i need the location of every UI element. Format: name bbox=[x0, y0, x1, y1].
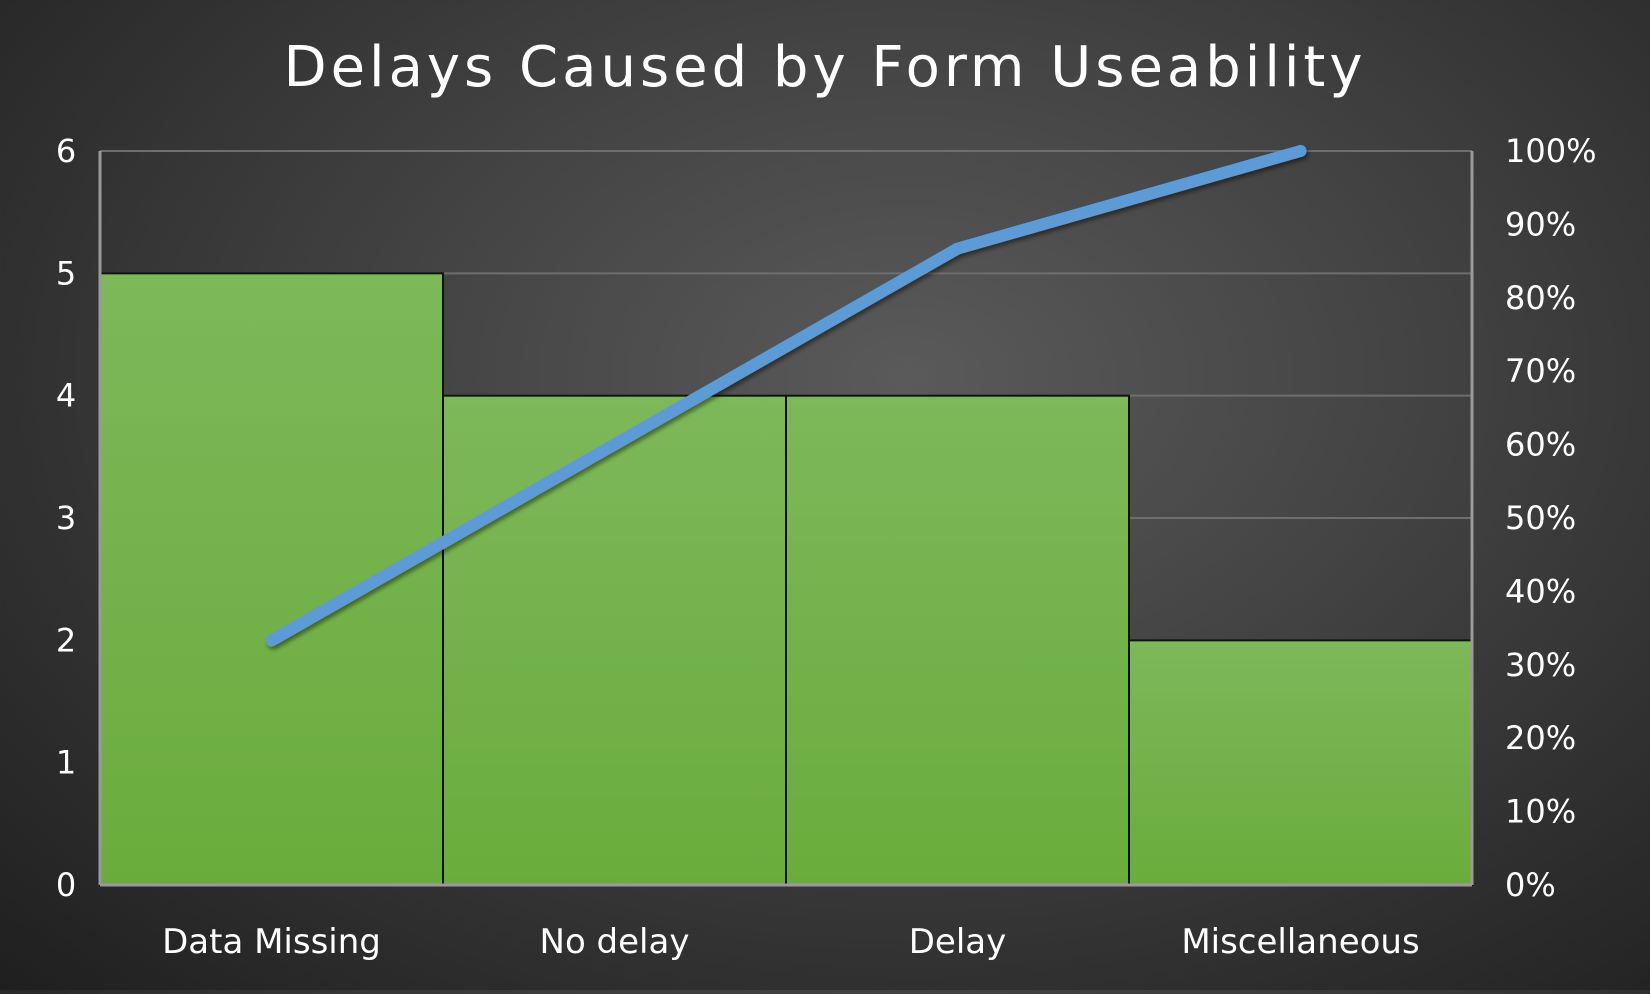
secondary-y-tick-label: 60% bbox=[1505, 426, 1576, 464]
chart-title: Delays Caused by Form Useability bbox=[283, 35, 1366, 100]
y-tick-label: 3 bbox=[56, 499, 76, 537]
secondary-y-tick-label: 40% bbox=[1505, 572, 1576, 610]
line-point bbox=[951, 242, 964, 255]
bar bbox=[1128, 639, 1473, 886]
secondary-y-tick-label: 80% bbox=[1505, 279, 1576, 317]
pareto-chart: Delays Caused by Form Useability 0 1 2 3 4 5 6… bbox=[0, 0, 1650, 990]
bar bbox=[785, 394, 1130, 886]
secondary-y-tick-label: 20% bbox=[1505, 719, 1576, 757]
y-tick-label: 0 bbox=[56, 866, 76, 904]
y-tick-label: 5 bbox=[56, 254, 76, 292]
secondary-y-tick-label: 70% bbox=[1505, 352, 1576, 390]
line-point bbox=[265, 634, 278, 647]
x-axis-category-labels: Data Missing No delay Delay Miscellaneous bbox=[162, 922, 1420, 962]
secondary-y-tick-label: 50% bbox=[1505, 499, 1576, 537]
line-point bbox=[608, 438, 621, 451]
y-axis-tick-labels: 0 1 2 3 4 5 6 bbox=[56, 132, 76, 904]
x-category-label: Delay bbox=[909, 922, 1007, 962]
secondary-y-tick-label: 90% bbox=[1505, 205, 1576, 243]
y-tick-label: 1 bbox=[56, 744, 76, 782]
secondary-y-tick-label: 0% bbox=[1505, 866, 1556, 904]
y-tick-label: 6 bbox=[56, 132, 76, 170]
line-point bbox=[1294, 145, 1307, 157]
x-category-label: Data Missing bbox=[162, 922, 381, 962]
x-category-label: No delay bbox=[540, 922, 690, 962]
y-tick-label: 2 bbox=[56, 621, 76, 659]
chart-canvas: Delays Caused by Form Useability 0 1 2 3 4 5 6… bbox=[56, 35, 1597, 962]
secondary-y-tick-label: 100% bbox=[1505, 132, 1596, 170]
secondary-y-tick-label: 10% bbox=[1505, 793, 1576, 831]
bar bbox=[442, 394, 787, 886]
secondary-y-axis-tick-labels: 0% 10% 20% 30% 40% 50% 60% 70% 80% 90% 100% bbox=[1505, 132, 1596, 904]
secondary-y-tick-label: 30% bbox=[1505, 646, 1576, 684]
y-tick-label: 4 bbox=[56, 377, 76, 415]
bar-series bbox=[99, 272, 1473, 887]
x-category-label: Miscellaneous bbox=[1181, 922, 1419, 962]
bar bbox=[99, 272, 444, 887]
